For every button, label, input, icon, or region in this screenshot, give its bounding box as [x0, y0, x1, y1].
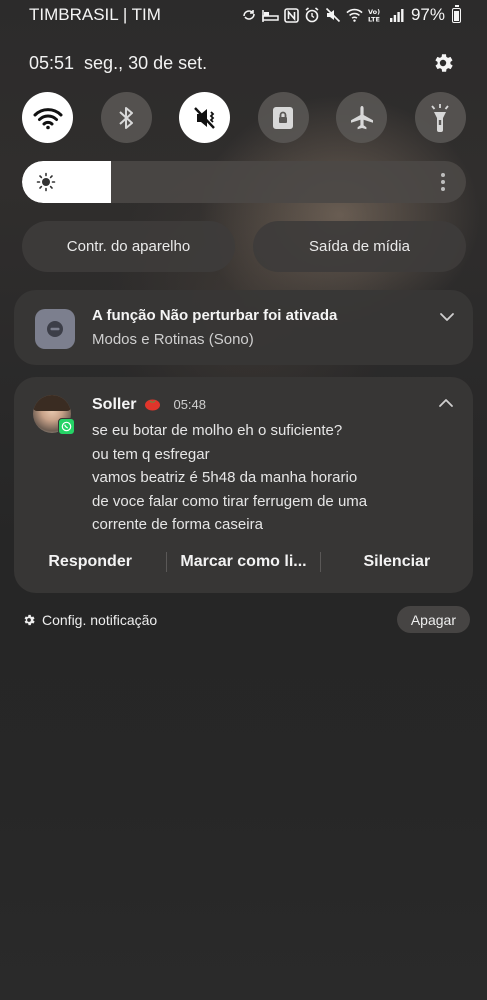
- mute-button[interactable]: Silenciar: [321, 553, 473, 571]
- mute-tile[interactable]: [179, 92, 231, 143]
- whatsapp-icon: [58, 418, 75, 435]
- bluetooth-tile[interactable]: [100, 92, 152, 143]
- battery-percent: 97%: [410, 5, 445, 24]
- sender-name: Soller: [92, 396, 137, 413]
- reply-button[interactable]: Responder: [14, 553, 166, 571]
- notification-settings-link[interactable]: Config. notificação: [22, 612, 157, 628]
- airplane-mode-tile[interactable]: [336, 92, 388, 143]
- clock-time[interactable]: 05:51: [29, 53, 74, 74]
- tomato-emoji-icon: [145, 399, 161, 411]
- mark-read-button[interactable]: Marcar como li...: [167, 553, 319, 571]
- message-line: se eu botar de molho eh o suficiente?: [92, 422, 343, 439]
- message-header: Soller 05:48: [92, 394, 206, 414]
- message-line: de voce falar como tirar ferrugem de uma: [92, 492, 368, 510]
- datetime: 05:51 seg., 30 de set.: [29, 53, 207, 74]
- alarm-icon: [304, 7, 321, 24]
- message-body: se eu botar de molho eh o suficiente? ou…: [92, 419, 367, 537]
- wifi-tile[interactable]: [22, 92, 73, 143]
- wifi-icon: [346, 7, 363, 24]
- media-output-button[interactable]: Saída de mídia: [253, 221, 466, 272]
- gear-icon: [24, 614, 35, 625]
- sync-icon: [241, 7, 258, 24]
- status-bar: TIMBRASIL | TIM Vo) LTE 97%: [0, 0, 487, 30]
- chevron-up-icon[interactable]: [438, 395, 454, 411]
- volte-icon: Vo) LTE: [367, 7, 384, 24]
- lock-icon: [273, 106, 294, 129]
- more-options-icon[interactable]: [440, 172, 446, 192]
- status-icons: Vo) LTE 97%: [241, 4, 461, 25]
- rotation-lock-tile[interactable]: [257, 92, 309, 143]
- chevron-down-icon[interactable]: [439, 309, 455, 325]
- airplane-icon: [350, 105, 373, 129]
- message-time: 05:48: [173, 397, 207, 412]
- device-control-button[interactable]: Contr. do aparelho: [22, 221, 235, 272]
- dnd-subtitle: Modos e Rotinas (Sono): [92, 331, 254, 348]
- svg-text:LTE: LTE: [368, 16, 380, 24]
- dnd-notification[interactable]: A função Não perturbar foi ativada Modos…: [14, 290, 473, 365]
- quick-settings-tiles: [22, 92, 466, 144]
- pill-row: Contr. do aparelho Saída de mídia: [22, 221, 466, 272]
- notification-footer: Config. notificação Apagar: [22, 606, 470, 633]
- dnd-title: A função Não perturbar foi ativada: [92, 307, 338, 324]
- bluetooth-icon: [119, 106, 134, 129]
- flashlight-icon: [431, 103, 450, 132]
- carrier-label: TIMBRASIL | TIM: [29, 5, 161, 24]
- gear-icon: [435, 54, 453, 72]
- mute-icon: [325, 7, 342, 24]
- sun-icon: [36, 172, 56, 192]
- message-line: corrente de forma caseira: [92, 516, 263, 533]
- dnd-icon: [35, 309, 75, 349]
- battery-icon: [452, 4, 461, 23]
- settings-button[interactable]: [429, 49, 457, 77]
- brightness-slider[interactable]: [22, 161, 466, 203]
- message-notification[interactable]: Soller 05:48 se eu botar de molho eh o s…: [14, 377, 473, 593]
- vibrate-mute-icon: [193, 106, 215, 129]
- signal-icon: [388, 7, 405, 24]
- wifi-icon: [33, 107, 62, 129]
- nfc-icon: [283, 7, 300, 24]
- sleep-icon: [262, 7, 279, 24]
- message-line: vamos beatriz é 5h48 da manha horario: [92, 469, 358, 486]
- date-label[interactable]: seg., 30 de set.: [84, 53, 207, 74]
- message-line: ou tem q esfregar: [92, 445, 210, 463]
- notification-settings-label: Config. notificação: [42, 611, 158, 628]
- header-row: 05:51 seg., 30 de set.: [29, 48, 457, 78]
- clear-all-button[interactable]: Apagar: [396, 606, 470, 633]
- notification-actions: Responder Marcar como li... Silenciar: [14, 549, 473, 575]
- flashlight-tile[interactable]: [414, 92, 466, 143]
